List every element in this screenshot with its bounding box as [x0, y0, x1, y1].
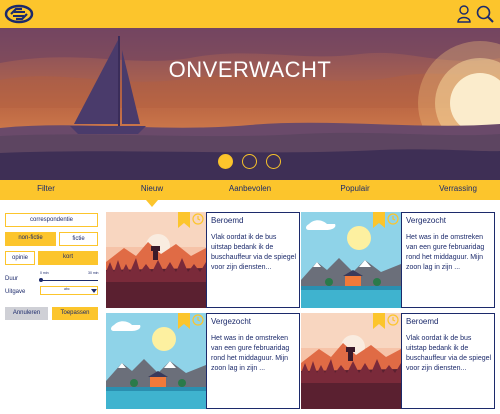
user-icon[interactable]	[457, 5, 471, 23]
bookmark-icon[interactable]	[178, 313, 190, 329]
active-tab-indicator	[146, 200, 158, 207]
card-thumbnail	[301, 212, 401, 308]
tab-filter[interactable]: Filter	[28, 184, 64, 193]
duur-label: Duur	[5, 276, 19, 282]
card-title[interactable]: Vergezocht	[406, 216, 446, 225]
clock-icon	[387, 314, 399, 326]
filter-kort[interactable]: kort	[38, 251, 98, 265]
filter-opinie[interactable]: opinie	[5, 251, 35, 265]
duur-slider-track[interactable]	[40, 280, 98, 281]
carousel-dot-1[interactable]	[218, 154, 233, 169]
card-text-box: Beroemd Vlak oordat ik de bus uitstap be…	[401, 313, 495, 409]
clock-icon	[192, 213, 204, 225]
bookmark-icon[interactable]	[178, 212, 190, 228]
story-card[interactable]: Vergezocht Het was in de omstreken van e…	[301, 212, 495, 308]
card-excerpt: Het was in de omstreken van een gure feb…	[406, 234, 485, 271]
carousel-dot-3[interactable]	[266, 154, 281, 169]
story-card[interactable]: Vergezocht Het was in de omstreken van e…	[106, 313, 300, 409]
carousel-dot-2[interactable]	[242, 154, 257, 169]
card-title[interactable]: Beroemd	[211, 216, 243, 225]
card-text-box: Vergezocht Het was in de omstreken van e…	[401, 212, 495, 308]
duur-max: 30 min	[88, 271, 99, 275]
cancel-button[interactable]: Annuleren	[5, 307, 48, 320]
apply-button[interactable]: Toepassen	[52, 307, 98, 320]
clock-icon	[387, 213, 399, 225]
uitgave-label: Uitgave	[5, 289, 26, 295]
duur-slider-handle[interactable]	[39, 278, 43, 282]
tab-aanbevolen[interactable]: Aanbevolen	[220, 184, 280, 193]
filter-fictie[interactable]: fictie	[59, 232, 98, 246]
story-card[interactable]: Beroemd Vlak oordat ik de bus uitstap be…	[301, 313, 495, 409]
top-bar	[0, 0, 500, 28]
bookmark-icon[interactable]	[373, 212, 385, 228]
story-card[interactable]: Beroemd Vlak oordat ik de bus uitstap be…	[106, 212, 300, 308]
tab-populair[interactable]: Populair	[330, 184, 380, 193]
card-excerpt: Vlak oordat ik de bus uitstap bedank ik …	[406, 335, 492, 372]
chevron-down-icon[interactable]	[91, 289, 97, 293]
card-title[interactable]: Beroemd	[406, 317, 438, 326]
uitgave-select-value: abc	[64, 287, 70, 291]
card-excerpt: Het was in de omstreken van een gure feb…	[211, 335, 290, 372]
card-thumbnail	[301, 313, 401, 409]
hero-title: ONVERWACHT	[168, 57, 332, 82]
tab-bar: Filter Nieuw Aanbevolen Populair Verrass…	[0, 180, 500, 200]
card-thumbnail	[106, 212, 206, 308]
search-icon[interactable]	[476, 5, 494, 23]
bookmark-icon[interactable]	[373, 313, 385, 329]
card-thumbnail	[106, 313, 206, 409]
duur-min: 0 min	[40, 271, 49, 275]
card-text-box: Beroemd Vlak oordat ik de bus uitstap be…	[206, 212, 300, 308]
filter-non-fictie[interactable]: non-fictie	[5, 232, 56, 246]
card-title[interactable]: Vergezocht	[211, 317, 251, 326]
tab-nieuw[interactable]: Nieuw	[130, 184, 174, 193]
tab-verrassing[interactable]: Verrassing	[430, 184, 486, 193]
clock-icon	[192, 314, 204, 326]
ns-logo-icon[interactable]	[4, 3, 34, 25]
card-excerpt: Vlak oordat ik de bus uitstap bedank ik …	[211, 234, 297, 271]
card-text-box: Vergezocht Het was in de omstreken van e…	[206, 313, 300, 409]
filter-correspondentie[interactable]: correspondentie	[5, 213, 98, 227]
hero-banner: ONVERWACHT	[0, 28, 500, 180]
